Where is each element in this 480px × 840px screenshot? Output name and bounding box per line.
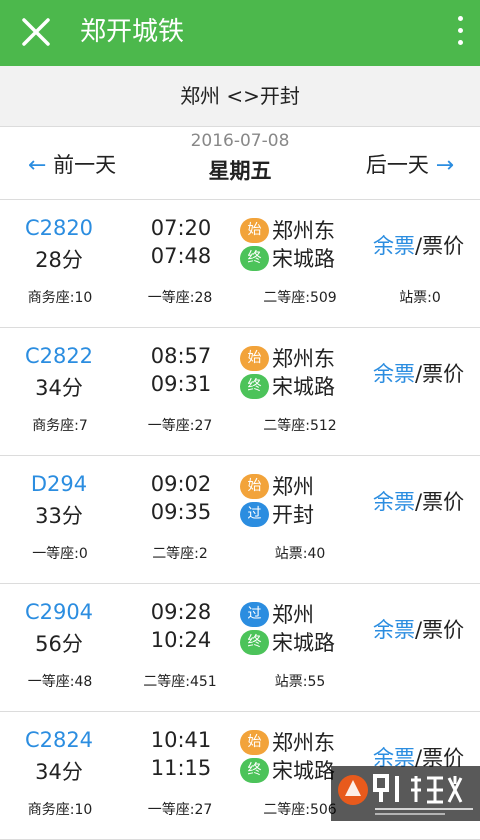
train-duration: 34分 bbox=[35, 376, 83, 400]
depart-time: 10:41 bbox=[150, 728, 212, 752]
next-day-button[interactable]: 后一天 → bbox=[366, 149, 454, 179]
to-station: 终宋城路 bbox=[240, 243, 335, 273]
from-station: 始郑州东 bbox=[240, 343, 335, 373]
depart-time: 09:28 bbox=[150, 600, 212, 624]
from-station-name: 郑州东 bbox=[272, 219, 335, 243]
to-station-name: 宋城路 bbox=[272, 375, 335, 399]
seat-availability: 一等座:0 bbox=[32, 546, 88, 562]
ticket-price-link[interactable]: 余票/票价 bbox=[373, 614, 464, 644]
ticket-price-link[interactable]: 余票/票价 bbox=[373, 358, 464, 388]
depart-time: 09:02 bbox=[150, 472, 212, 496]
pass-badge: 过 bbox=[240, 601, 269, 627]
start-badge: 始 bbox=[240, 345, 269, 371]
seat-availability: 二等座:509 bbox=[263, 290, 337, 306]
from-station: 始郑州东 bbox=[240, 727, 335, 757]
depart-time: 08:57 bbox=[150, 344, 212, 368]
route-title: 郑州 <>开封 bbox=[0, 66, 480, 127]
seat-availability: 一等座:27 bbox=[147, 802, 213, 818]
price-link[interactable]: /票价 bbox=[415, 490, 464, 514]
seat-availability: 商务座:10 bbox=[27, 802, 93, 818]
from-station-name: 郑州东 bbox=[272, 347, 335, 371]
end-badge: 终 bbox=[240, 757, 269, 783]
watermark-logo bbox=[331, 766, 480, 821]
from-station-name: 郑州东 bbox=[272, 731, 335, 755]
train-code[interactable]: C2904 bbox=[0, 600, 118, 624]
more-vertical-icon[interactable] bbox=[454, 16, 466, 50]
train-code[interactable]: C2824 bbox=[0, 728, 118, 752]
seat-availability: 一等座:28 bbox=[147, 290, 213, 306]
end-badge: 终 bbox=[240, 245, 269, 271]
arrow-right-icon: → bbox=[435, 153, 454, 178]
to-station-name: 宋城路 bbox=[272, 247, 335, 271]
price-link[interactable]: /票价 bbox=[415, 618, 464, 642]
train-row[interactable]: C2904 56分 09:28 10:24 过郑州终宋城路 余票/票价一等座:48 二等座:… bbox=[0, 584, 480, 712]
remaining-tickets-link[interactable]: 余票 bbox=[373, 490, 415, 514]
to-station-name: 宋城路 bbox=[272, 759, 335, 783]
train-duration: 28分 bbox=[35, 248, 83, 272]
seat-availability: 二等座:512 bbox=[263, 418, 337, 434]
price-link[interactable]: /票价 bbox=[415, 234, 464, 258]
seat-availability: 站票:55 bbox=[274, 674, 326, 690]
ticket-price-link[interactable]: 余票/票价 bbox=[373, 486, 464, 516]
date-bar: ← 前一天 2016-07-08 星期五 后一天 → bbox=[0, 127, 480, 200]
app-header: 郑开城铁 bbox=[0, 0, 480, 66]
to-station-name: 宋城路 bbox=[272, 631, 335, 655]
seat-availability: 商务座:7 bbox=[32, 418, 88, 434]
to-station: 终宋城路 bbox=[240, 371, 335, 401]
seat-availability: 一等座:27 bbox=[147, 418, 213, 434]
app-title: 郑开城铁 bbox=[80, 17, 185, 47]
train-code[interactable]: C2822 bbox=[0, 344, 118, 368]
train-code[interactable]: D294 bbox=[0, 472, 118, 496]
train-code[interactable]: C2820 bbox=[0, 216, 118, 240]
seat-availability: 二等座:2 bbox=[152, 546, 208, 562]
arrive-time: 09:31 bbox=[150, 372, 212, 396]
to-station: 终宋城路 bbox=[240, 627, 335, 657]
to-station: 过开封 bbox=[240, 499, 314, 529]
price-link[interactable]: /票价 bbox=[415, 362, 464, 386]
train-row[interactable]: D294 33分 09:02 09:35 始郑州过开封 余票/票价一等座:0 二等座:2 站票… bbox=[0, 456, 480, 584]
seat-availability: 站票:0 bbox=[399, 290, 441, 306]
train-duration: 33分 bbox=[35, 504, 83, 528]
from-station-name: 郑州 bbox=[272, 475, 314, 499]
seat-availability: 一等座:48 bbox=[27, 674, 93, 690]
remaining-tickets-link[interactable]: 余票 bbox=[373, 618, 415, 642]
train-duration: 56分 bbox=[35, 632, 83, 656]
arrive-time: 07:48 bbox=[150, 244, 212, 268]
from-station: 过郑州 bbox=[240, 599, 314, 629]
from-station: 始郑州 bbox=[240, 471, 314, 501]
depart-time: 07:20 bbox=[150, 216, 212, 240]
seat-availability: 商务座:10 bbox=[27, 290, 93, 306]
start-badge: 始 bbox=[240, 729, 269, 755]
train-row[interactable]: C2822 34分 08:57 09:31 始郑州东终宋城路 余票/票价商务座:7 一等座:… bbox=[0, 328, 480, 456]
pass-badge: 过 bbox=[240, 501, 269, 527]
date-label: 2016-07-08 bbox=[190, 131, 290, 151]
remaining-tickets-link[interactable]: 余票 bbox=[373, 362, 415, 386]
seat-availability: 站票:40 bbox=[274, 546, 326, 562]
seat-availability: 二等座:451 bbox=[143, 674, 217, 690]
start-badge: 始 bbox=[240, 473, 269, 499]
next-day-label: 后一天 bbox=[365, 153, 429, 177]
from-station-name: 郑州 bbox=[272, 603, 314, 627]
remaining-tickets-link[interactable]: 余票 bbox=[373, 234, 415, 258]
from-station: 始郑州东 bbox=[240, 215, 335, 245]
train-duration: 34分 bbox=[35, 760, 83, 784]
to-station: 终宋城路 bbox=[240, 755, 335, 785]
ticket-price-link[interactable]: 余票/票价 bbox=[373, 230, 464, 260]
end-badge: 终 bbox=[240, 629, 269, 655]
end-badge: 终 bbox=[240, 373, 269, 399]
arrive-time: 11:15 bbox=[150, 756, 212, 780]
arrive-time: 09:35 bbox=[150, 500, 212, 524]
start-badge: 始 bbox=[240, 217, 269, 243]
to-station-name: 开封 bbox=[272, 503, 314, 527]
close-icon[interactable] bbox=[18, 14, 54, 50]
arrive-time: 10:24 bbox=[150, 628, 212, 652]
train-row[interactable]: C2820 28分 07:20 07:48 始郑州东终宋城路 余票/票价商务座:10 一等座… bbox=[0, 200, 480, 328]
